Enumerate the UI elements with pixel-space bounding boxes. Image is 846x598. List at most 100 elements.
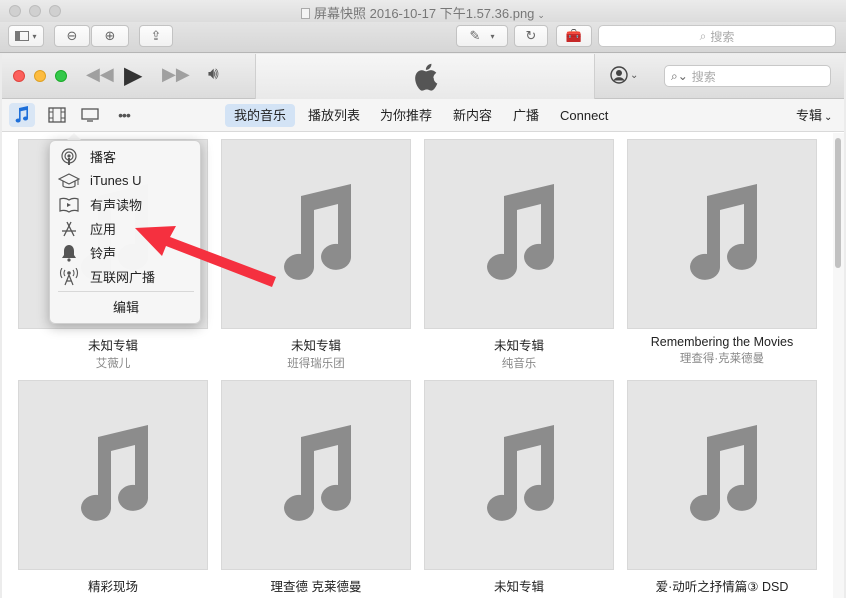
search-icon: ⌕ [699, 28, 707, 43]
album-title[interactable]: 爱·动听之抒情篇③ DSD [627, 576, 817, 595]
album-artist[interactable]: 理查得·克莱德曼 [627, 350, 817, 366]
preview-title[interactable]: 屏幕快照 2016-10-17 下午1.57.36.png ⌄ [0, 3, 846, 22]
image-file-icon [301, 8, 311, 19]
fast-forward-icon[interactable]: ▶▶ [162, 64, 190, 85]
album-title[interactable]: 未知专辑 [424, 576, 614, 595]
close-button[interactable] [13, 70, 25, 82]
music-note-icon [690, 425, 758, 521]
tv-media-button[interactable] [78, 103, 102, 127]
tv-icon [81, 108, 99, 122]
share-icon: ⇪ [150, 28, 162, 43]
share-button[interactable]: ⇪ [139, 25, 173, 47]
album-artwork[interactable] [18, 380, 208, 570]
preview-toolbar: ▾ ⊖ ⊕ ⇪ ✎ ▾ ↻ 🧰 ⌕ 搜索 [0, 22, 846, 53]
chevron-down-icon: ⌄ [537, 10, 545, 20]
tab-connect[interactable]: Connect [551, 104, 617, 127]
album-artist[interactable]: 纯音乐 [424, 355, 614, 371]
bell-icon [58, 243, 80, 263]
album-title[interactable]: 精彩现场 [18, 576, 208, 595]
minimize-button[interactable] [34, 70, 46, 82]
play-icon[interactable]: ▶ [124, 61, 142, 90]
album-tile[interactable]: 精彩现场理查德克莱德曼 [18, 380, 208, 598]
album-tile[interactable]: Remembering the Movies 理查得·克莱德曼 [627, 139, 817, 366]
podcast-icon [58, 147, 80, 167]
album-tile[interactable]: 理查德 克莱德曼理查德克莱德曼 [221, 380, 411, 598]
zoom-out-button[interactable]: ⊖ [54, 25, 90, 47]
graduation-cap-icon [58, 171, 80, 191]
popup-item-label: iTunes U [90, 173, 142, 188]
tab-my-music[interactable]: 我的音乐 [225, 104, 296, 127]
popup-item-itunes-u[interactable]: iTunes U [58, 169, 194, 192]
popup-item-label: 互联网广播 [90, 270, 156, 285]
more-media-button[interactable]: ••• [111, 103, 137, 127]
album-title[interactable]: Remembering the Movies [627, 335, 817, 349]
album-artwork[interactable] [221, 139, 411, 329]
popup-separator [58, 291, 194, 292]
tab-new[interactable]: 新内容 [444, 104, 501, 127]
tab-radio[interactable]: 广播 [504, 104, 548, 127]
tab-playlists[interactable]: 播放列表 [299, 104, 369, 127]
zoom-in-button[interactable]: ⊕ [91, 25, 129, 47]
zoom-button[interactable] [55, 70, 67, 82]
album-title[interactable]: 未知专辑 [424, 335, 614, 354]
scrollbar[interactable] [833, 133, 844, 598]
album-artwork[interactable] [424, 139, 614, 329]
popup-item-ringtones[interactable]: 铃声 [58, 241, 194, 264]
album-title[interactable]: 未知专辑 [221, 335, 411, 354]
album-tile[interactable]: 未知专辑理查德克莱德曼 [424, 380, 614, 598]
music-note-icon [284, 184, 352, 280]
popup-item-podcasts[interactable]: 播客 [58, 145, 194, 168]
rewind-icon[interactable]: ◀◀ [86, 64, 114, 85]
album-artist[interactable]: 班得瑞乐团 [221, 355, 411, 371]
popup-item-audiobooks[interactable]: 有声读物 [58, 193, 194, 216]
chevron-down-icon: ▾ [490, 31, 495, 41]
album-tile[interactable]: 未知专辑 班得瑞乐团 [221, 139, 411, 371]
scrollbar-thumb[interactable] [835, 138, 841, 268]
itunes-search-field[interactable]: ⌕⌄ 搜索 [664, 65, 831, 87]
popup-item-label: 应用 [90, 222, 117, 237]
sidebar-toggle-button[interactable]: ▾ [8, 25, 44, 47]
sidebar-icon [15, 31, 30, 41]
album-artwork[interactable] [627, 380, 817, 570]
itunes-search-placeholder: 搜索 [691, 69, 716, 84]
popup-item-label: 铃声 [90, 246, 117, 261]
itunes-window: ◀◀ ▶ ▶▶ 🔊︎ ⌄ ⌕⌄ 搜索 ••• 我的音乐 播放列表 为你推荐 新内… [2, 54, 844, 598]
music-note-icon [487, 184, 555, 280]
popup-item-internet-radio[interactable]: 互联网广播 [58, 265, 194, 288]
chevron-down-icon: ⌄ [824, 112, 833, 123]
toolbox-button[interactable]: 🧰 [556, 25, 592, 47]
popup-item-label: 有声读物 [90, 198, 143, 213]
itunes-top-bar: ◀◀ ▶ ▶▶ 🔊︎ ⌄ ⌕⌄ 搜索 [2, 54, 844, 99]
zoom-in-icon: ⊕ [104, 28, 116, 43]
apple-logo-icon [415, 63, 438, 91]
album-artist[interactable]: 艾薇儿 [18, 355, 208, 371]
account-button[interactable]: ⌄ [610, 66, 638, 84]
album-tile[interactable]: 爱·动听之抒情篇③ DSD群星[真伤收藏] [627, 380, 817, 598]
lcd-display [255, 54, 595, 99]
album-title[interactable]: 未知专辑 [18, 335, 208, 354]
music-media-button[interactable] [9, 103, 35, 127]
album-tile[interactable]: 未知专辑 纯音乐 [424, 139, 614, 371]
view-dropdown-label: 专辑 [796, 108, 823, 123]
tab-for-you[interactable]: 为你推荐 [371, 104, 441, 127]
album-artwork[interactable] [627, 139, 817, 329]
app-store-icon [58, 219, 80, 239]
search-icon: ⌕⌄ [671, 68, 688, 83]
itunes-nav-bar: ••• 我的音乐 播放列表 为你推荐 新内容 广播 Connect 专辑 ⌄ [2, 99, 844, 132]
view-dropdown[interactable]: 专辑 ⌄ [796, 104, 832, 129]
music-note-icon [15, 106, 28, 123]
media-kind-popup: 播客 iTunes U 有声读物 应用 铃声 互联网广播 编辑 [49, 140, 201, 324]
rotate-button[interactable]: ↻ [514, 25, 548, 47]
album-artwork[interactable] [424, 380, 614, 570]
volume-icon[interactable]: 🔊︎ [208, 64, 219, 84]
markup-button[interactable]: ✎ ▾ [456, 25, 508, 47]
preview-search-field[interactable]: ⌕ 搜索 [598, 25, 836, 47]
movies-media-button[interactable] [45, 103, 69, 127]
album-title[interactable]: 理查德 克莱德曼 [221, 576, 411, 595]
popup-edit-button[interactable]: 编辑 [50, 297, 202, 319]
toolbox-icon: 🧰 [565, 28, 583, 43]
popup-item-apps[interactable]: 应用 [58, 217, 194, 240]
album-artwork[interactable] [221, 380, 411, 570]
rotate-icon: ↻ [525, 28, 537, 43]
zoom-out-icon: ⊖ [66, 28, 78, 43]
